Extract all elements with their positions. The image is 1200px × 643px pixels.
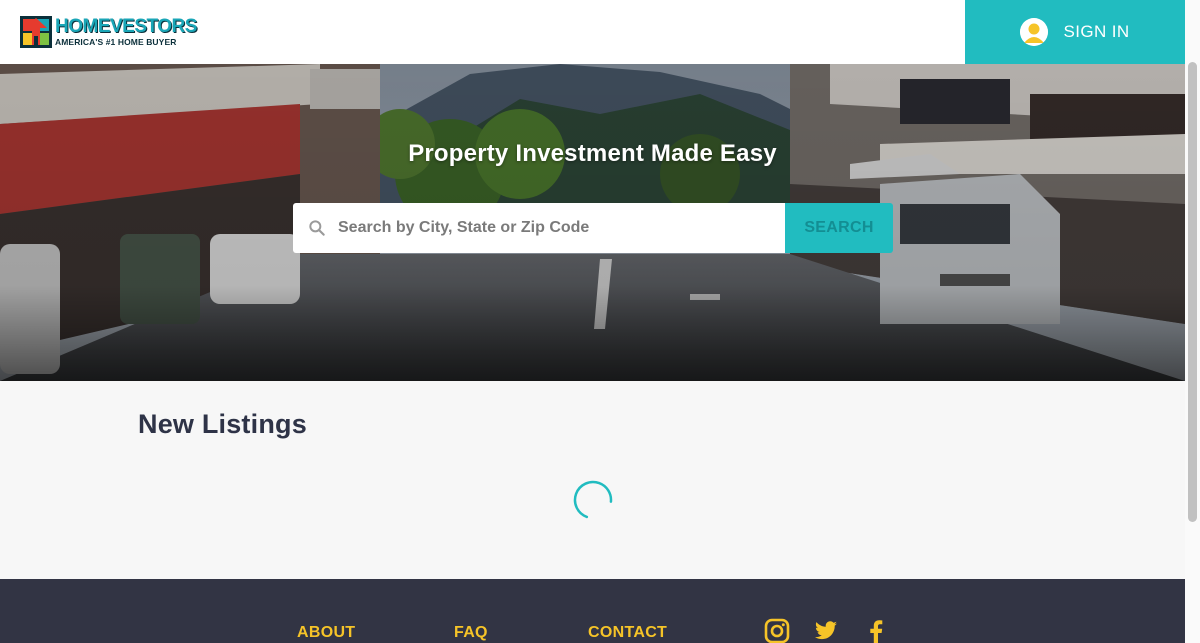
scrollbar-thumb[interactable]	[1188, 62, 1197, 522]
search-bar	[293, 203, 786, 253]
facebook-icon[interactable]	[863, 618, 889, 643]
footer-link-faq[interactable]: FAQ	[454, 624, 488, 642]
user-avatar-icon	[1020, 18, 1049, 46]
footer-link-contact[interactable]: CONTACT	[588, 624, 667, 642]
homevestors-logo[interactable]: HOMEVESTORS AMERICA'S #1 HOME BUYER	[20, 14, 197, 50]
footer-link-about[interactable]: ABOUT	[297, 624, 355, 642]
logo-tagline: AMERICA'S #1 HOME BUYER	[55, 37, 177, 48]
logo-house-icon	[20, 16, 52, 48]
twitter-icon[interactable]	[813, 618, 839, 643]
site-footer: ABOUT FAQ CONTACT	[0, 579, 1185, 643]
page-scrollbar[interactable]	[1185, 0, 1200, 643]
hero-banner: Property Investment Made Easy SEARCH	[0, 64, 1185, 381]
search-icon	[309, 220, 325, 236]
hero-title: Property Investment Made Easy	[408, 140, 777, 167]
site-header: HOMEVESTORS AMERICA'S #1 HOME BUYER SIGN…	[0, 0, 1185, 64]
search-button[interactable]: SEARCH	[785, 203, 893, 253]
instagram-icon[interactable]	[764, 618, 790, 643]
new-listings-heading: New Listings	[138, 409, 307, 439]
sign-in-button[interactable]: SIGN IN	[965, 0, 1185, 64]
sign-in-label: SIGN IN	[1063, 22, 1130, 41]
search-input[interactable]	[338, 219, 768, 237]
logo-name: HOMEVESTORS	[55, 16, 197, 38]
spinner-icon	[573, 480, 613, 520]
